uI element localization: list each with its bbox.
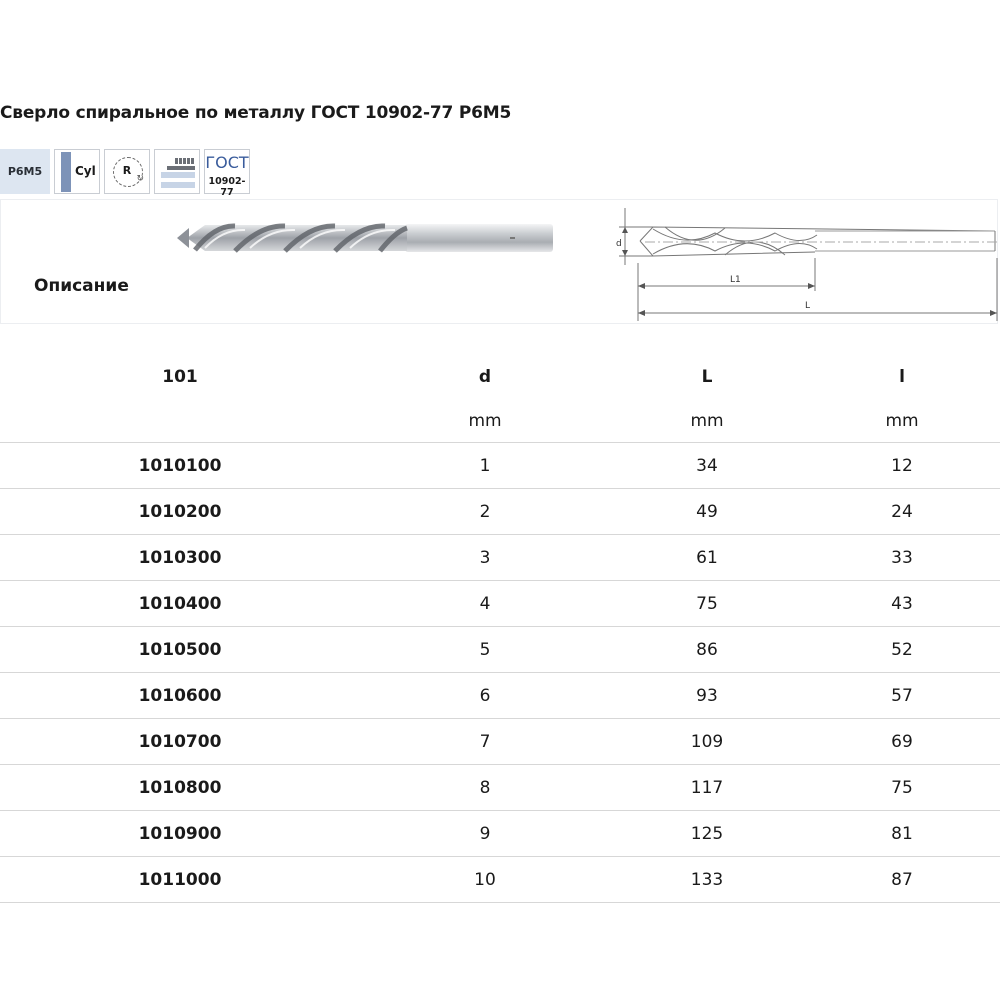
cell-diameter: 3 [479, 547, 491, 568]
header-article: 101 [162, 366, 198, 387]
unit-flute-length: mm [885, 410, 919, 431]
cell-flute-length: 43 [891, 593, 913, 614]
drill-photo [177, 223, 553, 253]
cell-diameter: 6 [479, 685, 491, 706]
specs-table: 101 d L l mm mm mm 1010100 1 34 12 1010200 2 4… [0, 354, 1000, 903]
drill-tip-icon [161, 158, 195, 188]
cell-diameter: 4 [479, 593, 491, 614]
cell-total-length: 109 [690, 731, 724, 752]
shank-label: Cyl [75, 164, 96, 178]
cell-article: 1011000 [138, 869, 222, 890]
header-diameter: d [478, 366, 492, 387]
cylindrical-shank-icon [61, 152, 71, 192]
steel-grade-label: P6M5 [7, 165, 43, 178]
cell-diameter: 10 [474, 869, 496, 890]
cell-diameter: 1 [479, 455, 491, 476]
cell-article: 1010500 [138, 639, 222, 660]
cell-article: 1010700 [138, 731, 222, 752]
table-row: 1010400 4 75 43 [0, 581, 1000, 627]
cell-flute-length: 52 [891, 639, 913, 660]
unit-total-length: mm [690, 410, 724, 431]
header-total-length: L [701, 366, 713, 387]
cell-flute-length: 81 [891, 823, 913, 844]
schema-l-label: L [805, 301, 810, 311]
cell-article: 1010600 [138, 685, 222, 706]
cell-total-length: 75 [696, 593, 718, 614]
table-row: 1010900 9 125 81 [0, 811, 1000, 857]
schema-l1-label: L1 [730, 275, 741, 285]
page-title: Сверло спиральное по металлу ГОСТ 10902-… [0, 103, 512, 123]
description-label: Описание [34, 276, 129, 296]
table-row: 1010100 1 34 12 [0, 443, 1000, 489]
cell-article: 1010200 [138, 501, 222, 522]
cell-flute-length: 57 [891, 685, 913, 706]
cylindrical-shank-badge: Cyl [54, 149, 100, 194]
table-row: 1010800 8 117 75 [0, 765, 1000, 811]
cell-total-length: 61 [696, 547, 718, 568]
cell-article: 1010100 [138, 455, 222, 476]
cell-flute-length: 24 [891, 501, 913, 522]
table-row: 1011000 10 133 87 [0, 857, 1000, 903]
steel-grade-badge: P6M5 [0, 149, 50, 194]
cell-article: 1010400 [138, 593, 222, 614]
gost-number: 10902-77 [208, 176, 246, 198]
gost-label: ГОСТ [205, 153, 249, 172]
cell-flute-length: 12 [891, 455, 913, 476]
cell-total-length: 133 [690, 869, 724, 890]
table-row: 1010700 7 109 69 [0, 719, 1000, 765]
cell-diameter: 7 [479, 731, 491, 752]
cell-flute-length: 69 [891, 731, 913, 752]
header-flute-length: l [899, 366, 905, 387]
table-units-row: mm mm mm [0, 399, 1000, 443]
cell-diameter: 5 [479, 639, 491, 660]
rotation-arrow-icon: ↻ [136, 174, 144, 184]
cell-total-length: 117 [690, 777, 724, 798]
cell-article: 1010900 [138, 823, 222, 844]
cell-total-length: 93 [696, 685, 718, 706]
cell-diameter: 2 [479, 501, 491, 522]
cell-diameter: 8 [479, 777, 491, 798]
cell-flute-length: 75 [891, 777, 913, 798]
cell-article: 1010300 [138, 547, 222, 568]
table-header-row: 101 d L l [0, 354, 1000, 399]
cell-total-length: 86 [696, 639, 718, 660]
drill-dimension-diagram: d L1 L [616, 208, 1000, 321]
table-row: 1010600 6 93 57 [0, 673, 1000, 719]
cell-flute-length: 87 [891, 869, 913, 890]
gost-standard-badge: ГОСТ 10902-77 [204, 149, 250, 198]
cell-total-length: 49 [696, 501, 718, 522]
unit-diameter: mm [468, 410, 502, 431]
table-row: 1010300 3 61 33 [0, 535, 1000, 581]
cell-flute-length: 33 [891, 547, 913, 568]
schema-d-label: d [616, 239, 622, 249]
table-row: 1010200 2 49 24 [0, 489, 1000, 535]
table-row: 1010500 5 86 52 [0, 627, 1000, 673]
feature-badges: P6M5 Cyl R ↻ ГОСТ 10902-77 [0, 149, 250, 198]
cell-diameter: 9 [479, 823, 491, 844]
cell-article: 1010800 [138, 777, 222, 798]
rotation-direction-badge: R ↻ [104, 149, 150, 194]
unit-article [100, 399, 260, 442]
cell-total-length: 125 [690, 823, 724, 844]
cell-total-length: 34 [696, 455, 718, 476]
drill-tip-badge [154, 149, 200, 194]
